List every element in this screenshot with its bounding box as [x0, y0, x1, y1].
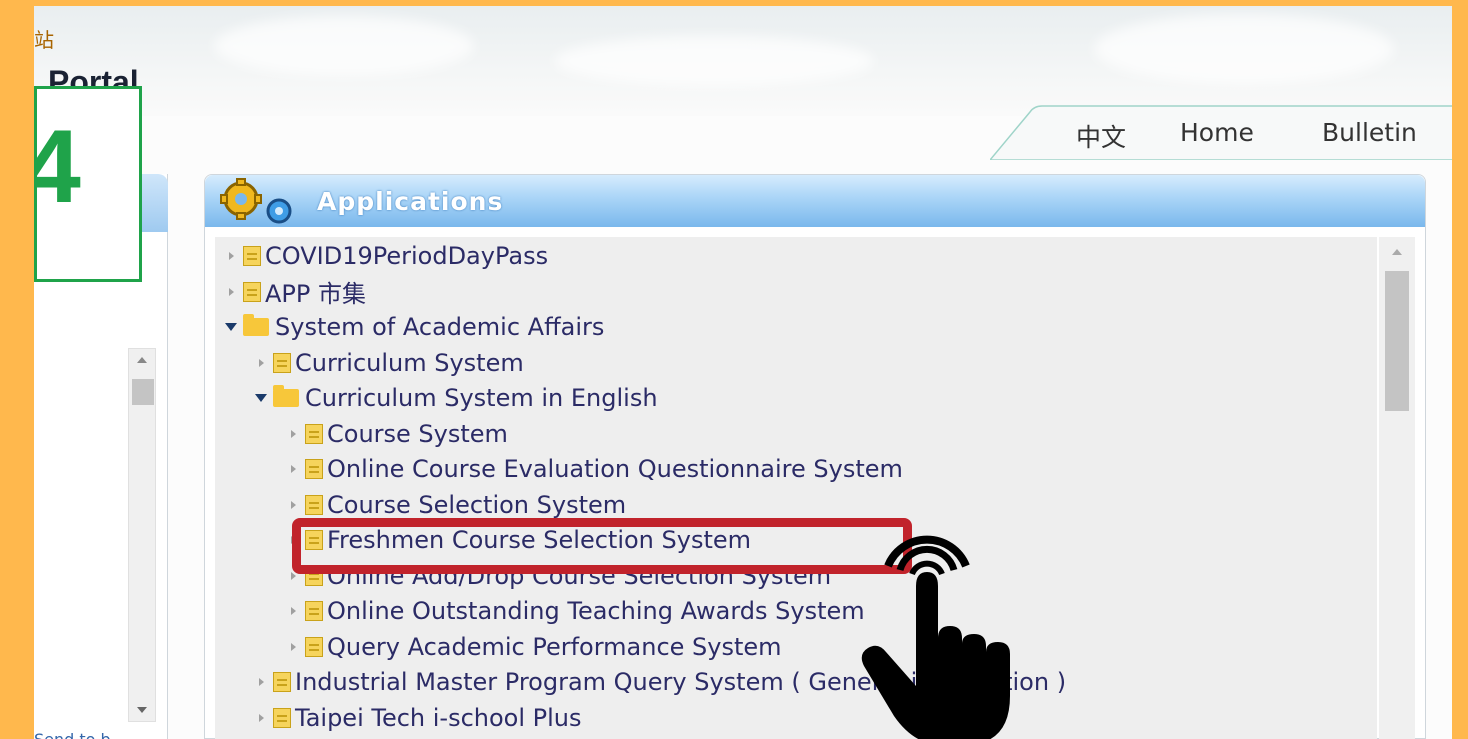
left-panel-scrollbar[interactable] — [128, 348, 156, 722]
site-name-fragment: 站 — [34, 28, 54, 52]
applications-header: Applications — [205, 175, 1425, 227]
expand-arrow-icon[interactable] — [287, 429, 299, 438]
scroll-thumb[interactable] — [1385, 271, 1409, 411]
folder-icon — [273, 385, 299, 407]
applications-title: Applications — [317, 187, 504, 216]
expand-arrow-icon[interactable] — [255, 358, 267, 367]
step-badge: 4 — [34, 86, 142, 282]
applications-tree: COVID19PeriodDayPass APP 市集 System of Acad… — [215, 237, 1377, 739]
doc-icon — [273, 352, 291, 373]
expand-arrow-icon[interactable] — [255, 713, 267, 722]
expand-arrow-icon[interactable] — [287, 465, 299, 473]
nav-language-toggle[interactable]: 中文 — [1076, 118, 1126, 154]
applications-scrollbar[interactable] — [1379, 237, 1415, 739]
doc-icon — [273, 707, 291, 728]
doc-icon — [243, 246, 261, 266]
scroll-up-arrow-icon[interactable] — [137, 357, 147, 363]
expand-arrow-icon[interactable] — [255, 678, 267, 686]
expand-arrow-icon[interactable] — [287, 607, 299, 615]
highlight-box — [292, 518, 912, 574]
collapse-arrow-icon[interactable] — [225, 323, 237, 331]
expand-arrow-icon[interactable] — [287, 642, 299, 651]
gears-icon — [220, 178, 292, 224]
tree-item[interactable]: Online Outstanding Teaching Awards Syste… — [287, 594, 865, 628]
nav-home[interactable]: Home — [1180, 118, 1254, 147]
doc-icon — [305, 636, 323, 657]
doc-icon — [305, 601, 323, 621]
step-number: 4 — [34, 109, 81, 225]
tree-item-label: Course System — [327, 419, 508, 448]
folder-icon — [243, 314, 269, 336]
expand-arrow-icon[interactable] — [287, 500, 299, 509]
doc-icon — [305, 494, 323, 515]
scroll-up-arrow-icon[interactable] — [1392, 249, 1402, 255]
doc-icon — [305, 423, 323, 444]
tree-item-label: Query Academic Performance System — [327, 632, 782, 661]
tree-item[interactable]: Taipei Tech i-school Plus — [255, 701, 582, 735]
tree-item-label: Taipei Tech i-school Plus — [295, 703, 582, 732]
tree-item-label: Curriculum System in English — [305, 384, 658, 412]
tree-item[interactable]: Online Course Evaluation Questionnaire S… — [287, 452, 903, 486]
doc-icon — [243, 281, 261, 302]
left-panel-footer-link[interactable]: Send to b — [34, 730, 111, 739]
tree-item[interactable]: System of Academic Affairs — [225, 310, 604, 344]
tree-item[interactable]: COVID19PeriodDayPass — [225, 239, 548, 273]
scroll-down-arrow-icon[interactable] — [137, 707, 147, 713]
tree-item[interactable]: APP 市集 — [225, 275, 366, 309]
tree-item[interactable]: Curriculum System — [255, 346, 524, 380]
tree-item[interactable]: Course Selection System — [287, 488, 626, 522]
tree-item-label: System of Academic Affairs — [275, 313, 605, 341]
collapse-arrow-icon[interactable] — [255, 394, 267, 402]
tree-item-label: Curriculum System — [295, 348, 524, 377]
tree-item-label: COVID19PeriodDayPass — [265, 242, 549, 270]
tree-item-label: Online Outstanding Teaching Awards Syste… — [327, 597, 865, 625]
tree-item[interactable]: Course System — [287, 417, 508, 451]
tree-item-label: Online Course Evaluation Questionnaire S… — [327, 455, 903, 483]
applications-panel: Applications COVID19PeriodDayPass APP 市集 S… — [204, 174, 1426, 739]
doc-icon — [273, 672, 291, 692]
nav-bulletin[interactable]: Bulletin — [1322, 118, 1417, 147]
tree-item[interactable]: Curriculum System in English — [255, 381, 658, 415]
header-band — [34, 6, 1452, 116]
doc-icon — [305, 459, 323, 479]
tree-item-label: Course Selection System — [327, 490, 627, 519]
tree-item[interactable]: Query Academic Performance System — [287, 630, 782, 664]
expand-arrow-icon[interactable] — [225, 287, 237, 296]
expand-arrow-icon[interactable] — [225, 252, 237, 260]
tree-item-label: APP 市集 — [265, 280, 366, 308]
scroll-thumb[interactable] — [132, 379, 154, 405]
browser-screenshot: 站 Portal 中文 Home Bulletin ✕ Send to b — [34, 6, 1452, 739]
pointer-hand-icon — [861, 535, 1010, 739]
